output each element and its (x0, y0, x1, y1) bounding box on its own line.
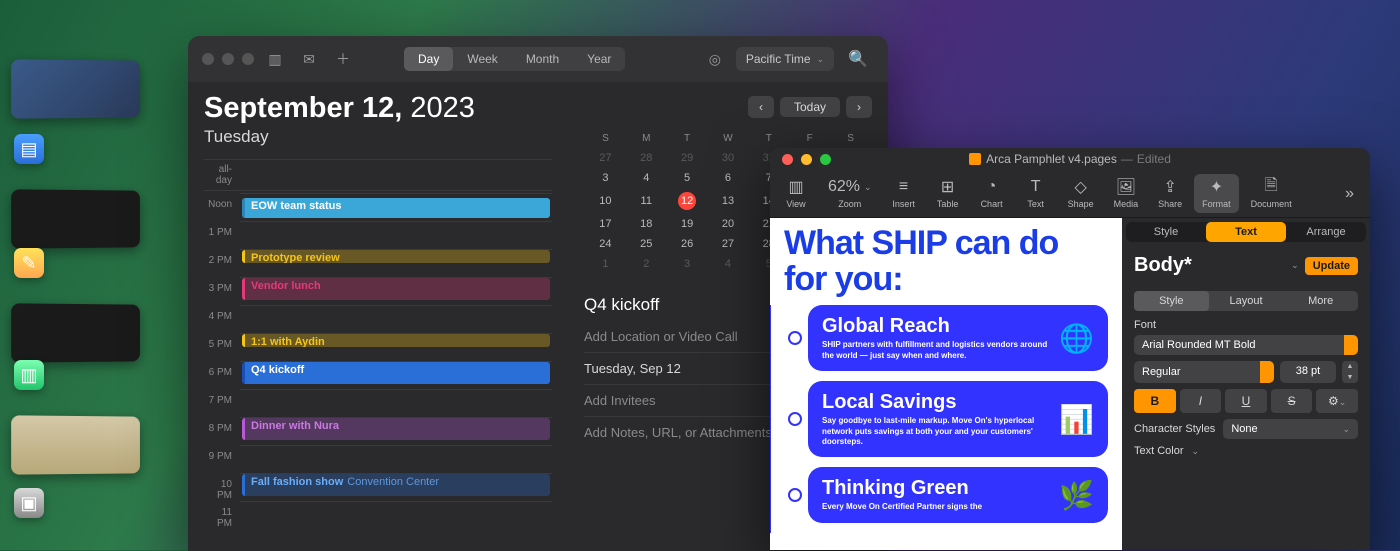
preview-app-icon[interactable]: ▣ (14, 488, 44, 518)
table-icon: ⊞ (941, 178, 954, 196)
font-size-stepper[interactable]: ▲▼ (1342, 361, 1358, 383)
inspector-tabs: Style Text Arrange (1126, 222, 1366, 242)
allday-row: all-day (204, 159, 552, 191)
pages-toolbar: ▥View 62% ⌄Zoom ≡Insert ⊞Table ◔Chart TT… (770, 170, 1370, 218)
share-button[interactable]: ⇪Share (1150, 178, 1190, 209)
shape-icon: ◇ (1074, 178, 1086, 196)
font-style-select[interactable]: Regular (1134, 361, 1274, 383)
notes-app-icon[interactable]: ✎ (14, 248, 44, 278)
view-year[interactable]: Year (573, 47, 625, 71)
prev-day-button[interactable]: ‹ (748, 96, 774, 118)
chart-icon: ◔ (987, 178, 997, 196)
timezone-select[interactable]: Pacific Time⌄ (736, 47, 834, 71)
character-styles-select[interactable]: None⌄ (1223, 419, 1358, 439)
document-status: Edited (1137, 152, 1171, 166)
view-icon: ▥ (788, 178, 803, 196)
leaf-icon: 🌿 (1059, 477, 1094, 512)
pages-titlebar: Arca Pamphlet v4.pages — Edited (770, 148, 1370, 170)
font-size-field[interactable]: 38 pt (1280, 361, 1336, 383)
format-inspector: Style Text Arrange Body* ⌄ Update Style … (1122, 218, 1370, 550)
insert-button[interactable]: ≡Insert (884, 178, 924, 209)
barchart-icon: 📊 (1059, 391, 1094, 447)
doc-card-green[interactable]: Thinking GreenEvery Move On Certified Pa… (808, 467, 1108, 522)
event-eow[interactable]: EOW team status (242, 198, 550, 218)
chevron-down-icon[interactable]: ⌄ (1192, 446, 1200, 457)
traffic-lights[interactable] (782, 154, 831, 165)
subtab-layout[interactable]: Layout (1209, 291, 1284, 311)
app-thumb-numbers[interactable] (11, 303, 140, 362)
event-1on1[interactable]: 1:1 with Aydin (242, 334, 550, 347)
table-button[interactable]: ⊞Table (928, 178, 968, 209)
document-icon (969, 153, 981, 165)
keynote-app-icon[interactable]: ▤ (14, 134, 44, 164)
doc-title-text[interactable]: What SHIP can do for you: (784, 226, 1108, 297)
format-icon: ✦ (1210, 178, 1223, 196)
event-dinner[interactable]: Dinner with Nura (242, 418, 550, 440)
calendars-toggle-icon[interactable]: ▥ (262, 49, 288, 69)
media-icon: 🖼 (1116, 178, 1136, 196)
pages-window: Arca Pamphlet v4.pages — Edited ▥View 62… (770, 148, 1370, 550)
italic-button[interactable]: I (1180, 389, 1222, 413)
app-thumb-preview[interactable] (11, 415, 140, 474)
add-event-icon[interactable]: ＋ (330, 49, 356, 69)
app-thumb-keynote[interactable] (11, 59, 140, 118)
document-icon: 🗎 (1265, 178, 1278, 196)
shape-button[interactable]: ◇Shape (1060, 178, 1102, 209)
inspector-subtabs: Style Layout More (1134, 291, 1358, 311)
underline-button[interactable]: U (1225, 389, 1267, 413)
font-family-select[interactable]: Arial Rounded MT Bold (1134, 335, 1358, 355)
overflow-icon[interactable]: » (1335, 185, 1364, 203)
media-button[interactable]: 🖼Media (1106, 178, 1147, 209)
search-icon[interactable]: 🔍 (842, 49, 874, 69)
date-title: September 12, 2023 (204, 92, 552, 125)
bold-button[interactable]: B (1134, 389, 1176, 413)
view-month[interactable]: Month (512, 47, 573, 71)
tab-arrange[interactable]: Arrange (1286, 222, 1366, 242)
globe-icon: 🌐 (1059, 315, 1094, 361)
paragraph-style-name[interactable]: Body* (1134, 254, 1285, 277)
subtab-more[interactable]: More (1283, 291, 1358, 311)
document-button[interactable]: 🗎Document (1243, 178, 1300, 209)
hour-grid: Noon EOW team status 1 PM 2 PM Prototype… (204, 193, 552, 529)
view-segment: Day Week Month Year (404, 47, 625, 71)
inbox-icon[interactable]: ✉ (296, 49, 322, 69)
font-options-button[interactable]: ⚙⌄ (1316, 389, 1358, 413)
event-fashion[interactable]: Fall fashion showConvention Center (242, 474, 550, 496)
doc-card-global[interactable]: Global ReachSHIP partners with fulfillme… (808, 305, 1108, 371)
text-button[interactable]: TText (1016, 178, 1056, 209)
text-color-label: Text Color (1134, 445, 1184, 457)
day-view-column: September 12, 2023 Tuesday all-day Noon … (188, 82, 568, 551)
app-thumb-notes[interactable] (11, 189, 140, 248)
font-label: Font (1134, 319, 1358, 331)
availability-icon[interactable]: ◎ (702, 49, 728, 69)
view-day[interactable]: Day (404, 47, 453, 71)
next-day-button[interactable]: › (846, 96, 872, 118)
insert-icon: ≡ (899, 178, 908, 196)
text-icon: T (1031, 178, 1041, 196)
share-icon: ⇪ (1163, 178, 1176, 196)
document-canvas[interactable]: What SHIP can do for you: Global ReachSH… (770, 218, 1122, 550)
weekday-label: Tuesday (204, 127, 552, 147)
zoom-button[interactable]: 62% ⌄Zoom (820, 178, 880, 209)
character-styles-label: Character Styles (1134, 423, 1215, 435)
chart-button[interactable]: ◔Chart (972, 178, 1012, 209)
view-week[interactable]: Week (453, 47, 511, 71)
chevron-down-icon[interactable]: ⌄ (1291, 260, 1299, 271)
format-button[interactable]: ✦Format (1194, 174, 1239, 213)
doc-card-local[interactable]: Local SavingsSay goodbye to last-mile ma… (808, 381, 1108, 457)
event-vendor[interactable]: Vendor lunch (242, 278, 550, 300)
strike-button[interactable]: S (1271, 389, 1313, 413)
numbers-app-icon[interactable]: ▥ (14, 360, 44, 390)
tab-style[interactable]: Style (1126, 222, 1206, 242)
document-filename: Arca Pamphlet v4.pages (986, 152, 1117, 166)
traffic-lights[interactable] (202, 53, 254, 65)
view-button[interactable]: ▥View (776, 178, 816, 209)
tab-text[interactable]: Text (1206, 222, 1286, 242)
event-prototype[interactable]: Prototype review (242, 250, 550, 263)
update-style-button[interactable]: Update (1305, 257, 1358, 275)
subtab-style[interactable]: Style (1134, 291, 1209, 311)
event-q4[interactable]: Q4 kickoff (242, 362, 550, 384)
calendar-toolbar: ▥ ✉ ＋ Day Week Month Year ◎ Pacific Time… (188, 36, 888, 82)
today-button[interactable]: Today (780, 97, 840, 117)
